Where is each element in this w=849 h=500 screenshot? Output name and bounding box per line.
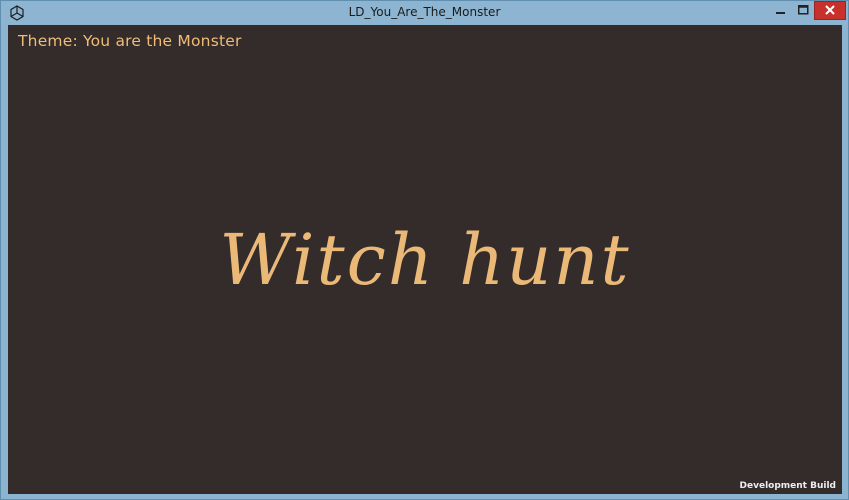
game-viewport[interactable]: Theme: You are the Monster Witch hunt De…: [8, 25, 842, 494]
app-window: LD_You_Are_The_Monster Theme: You are th…: [0, 0, 849, 500]
maximize-icon: [797, 2, 809, 20]
window-title: LD_You_Are_The_Monster: [348, 5, 501, 19]
development-build-label: Development Build: [739, 481, 836, 491]
minimize-icon: [776, 2, 786, 20]
minimize-button[interactable]: [770, 1, 792, 21]
theme-label: Theme: You are the Monster: [18, 32, 242, 50]
close-icon: [825, 2, 835, 20]
game-title: Witch hunt: [219, 219, 631, 301]
close-button[interactable]: [814, 1, 846, 20]
maximize-button[interactable]: [792, 1, 814, 21]
title-bar[interactable]: LD_You_Are_The_Monster: [1, 1, 848, 24]
